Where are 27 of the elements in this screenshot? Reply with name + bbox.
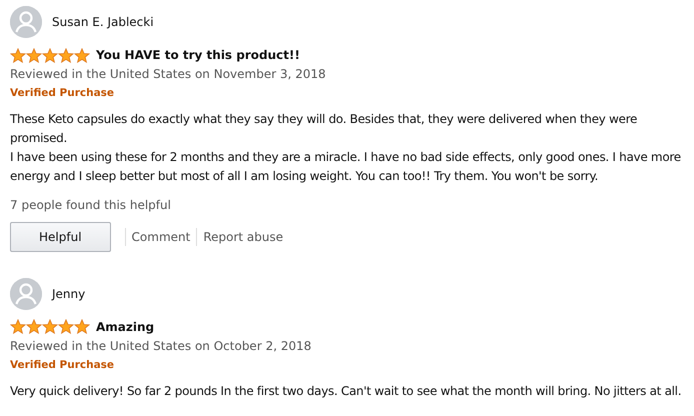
reviewer-name: Jenny xyxy=(52,286,86,303)
star-icon xyxy=(74,319,90,334)
star-icon xyxy=(42,319,58,334)
star-icon xyxy=(10,319,26,334)
helpful-button[interactable]: Helpful xyxy=(10,222,111,252)
star-icon xyxy=(74,48,90,62)
star-icon xyxy=(26,319,42,334)
star-icon xyxy=(10,48,26,62)
helpful-count: 7 people found this helpful xyxy=(10,196,172,214)
avatar-icon xyxy=(10,278,42,310)
review-text: I have been using these for 2 months and they are a miracle. I have no bad side effects, only good ones. I have more energy and I sleep better but most of all I am losing weight. You can too!! Try them. You won't be sorry. xyxy=(10,148,682,185)
review-date: Reviewed in the United States on November 3, 2018 xyxy=(10,66,327,83)
avatar-icon xyxy=(10,6,42,38)
star-icon xyxy=(26,48,42,62)
star-icon xyxy=(42,48,58,62)
verified-purchase-label: Verified Purchase xyxy=(10,358,116,373)
review-text: These Keto capsules do exactly what they say they will do. Besides that, they were delivered when they were promised. xyxy=(10,110,638,147)
verified-purchase-label: Verified Purchase xyxy=(10,86,116,101)
review-date: Reviewed in the United States on October 2, 2018 xyxy=(10,338,312,355)
star-icon xyxy=(58,48,74,62)
star-icon xyxy=(58,319,74,334)
comment-link[interactable]: Comment xyxy=(124,228,196,246)
review-title: Amazing xyxy=(96,318,154,336)
reviewer-name: Susan E. Jablecki xyxy=(52,14,154,31)
report-abuse-link[interactable]: Report abuse xyxy=(196,228,290,246)
review-title: You HAVE to try this product!! xyxy=(96,47,300,64)
review-text: Very quick delivery! So far 2 pounds In the first two days. Can't wait to see what the month will bring. No jitters at all. xyxy=(10,382,682,400)
